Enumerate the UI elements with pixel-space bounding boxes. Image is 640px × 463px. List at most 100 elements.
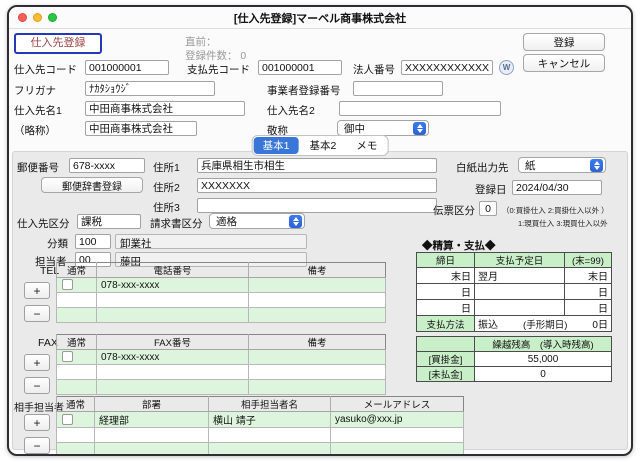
supplier-name2-input[interactable] xyxy=(339,101,501,116)
tab-memo[interactable]: メモ xyxy=(347,137,386,154)
title-bar: [仕入先登録]マーベル商事株式会社 xyxy=(9,7,631,29)
registration-date-input[interactable] xyxy=(512,180,602,195)
payment-method-cell[interactable]: 振込 (手形期日) 0日 xyxy=(475,316,612,332)
tel-number-cell[interactable]: 078-xxx-xxxx xyxy=(97,278,249,293)
tel-row[interactable] xyxy=(57,308,386,323)
contact-row[interactable]: 経理部 横山 靖子 yasuko@xxx.jp xyxy=(57,412,464,428)
contact-name-cell[interactable] xyxy=(209,428,331,443)
contacts-col-dept: 部署 xyxy=(95,397,209,412)
tel-note-cell[interactable] xyxy=(249,308,386,323)
supplier-name1-input[interactable] xyxy=(85,101,245,116)
payday-cell[interactable]: 翌月 xyxy=(475,268,565,284)
fax-note-cell[interactable] xyxy=(249,365,386,380)
settlement-col-eom: (末=99) xyxy=(565,253,612,268)
fax-col-normal: 通常 xyxy=(57,335,97,350)
payment-method-row[interactable]: 支払方法 振込 (手形期日) 0日 xyxy=(417,316,612,332)
closing-day-cell[interactable]: 日 xyxy=(417,284,475,300)
contact-row[interactable] xyxy=(57,443,464,457)
blank-output-select[interactable]: 紙 xyxy=(518,157,606,173)
contacts-remove-button[interactable]: − xyxy=(24,437,50,454)
honorific-value: 御中 xyxy=(344,121,365,136)
blank-output-label: 白紙出力先 xyxy=(456,160,509,175)
register-button[interactable]: 登録 xyxy=(523,33,605,51)
supplier-class-input[interactable] xyxy=(77,214,141,229)
tel-note-cell[interactable] xyxy=(249,278,386,293)
tel-add-button[interactable]: + xyxy=(24,282,50,299)
corporate-number-input[interactable] xyxy=(401,60,493,75)
fax-number-cell[interactable] xyxy=(97,380,249,395)
tel-table: 通常 電話番号 備考 078-xxx-xxxx xyxy=(56,262,386,323)
contact-dept-cell[interactable]: 経理部 xyxy=(95,412,209,428)
tab-basic1[interactable]: 基本1 xyxy=(254,137,299,154)
eom-cell[interactable]: 日 xyxy=(565,300,612,316)
closing-day-cell[interactable]: 末日 xyxy=(417,268,475,284)
contact-name-cell[interactable]: 横山 靖子 xyxy=(209,412,331,428)
fax-number-cell[interactable]: 078-xxx-xxxx xyxy=(97,350,249,365)
fax-remove-button[interactable]: − xyxy=(24,377,50,394)
tel-remove-button[interactable]: − xyxy=(24,305,50,322)
close-icon[interactable] xyxy=(18,13,27,22)
address3-input[interactable] xyxy=(197,198,437,213)
payday-cell[interactable] xyxy=(475,284,565,300)
fax-row[interactable] xyxy=(57,365,386,380)
traffic-lights xyxy=(18,13,57,22)
category-code-input[interactable] xyxy=(75,234,111,249)
contact-email-cell[interactable]: yasuko@xxx.jp xyxy=(331,412,464,428)
fax-normal-checkbox[interactable] xyxy=(62,351,73,362)
closing-day-cell[interactable]: 日 xyxy=(417,300,475,316)
contact-dept-cell[interactable] xyxy=(95,428,209,443)
abbreviation-label: （略称） xyxy=(14,123,56,138)
contact-email-cell[interactable] xyxy=(331,428,464,443)
fax-row[interactable]: 078-xxx-xxxx xyxy=(57,350,386,365)
invoice-class-select[interactable]: 適格 xyxy=(209,213,305,229)
tel-note-cell[interactable] xyxy=(249,293,386,308)
cancel-button[interactable]: キャンセル xyxy=(523,54,605,72)
contact-name-cell[interactable] xyxy=(209,443,331,457)
balance-row[interactable]: [買掛金] 55,000 xyxy=(417,352,612,367)
contacts-add-button[interactable]: + xyxy=(24,414,50,431)
balance-row[interactable]: [未払金] 0 xyxy=(417,367,612,382)
settlement-row[interactable]: 末日 翌月 末日 xyxy=(417,268,612,284)
accrued-value[interactable]: 0 xyxy=(475,367,612,382)
fax-row[interactable] xyxy=(57,380,386,395)
eom-cell[interactable]: 日 xyxy=(565,284,612,300)
supplier-code-input[interactable] xyxy=(85,60,169,75)
fax-note-cell[interactable] xyxy=(249,380,386,395)
furigana-input[interactable] xyxy=(85,81,215,96)
settlement-row[interactable]: 日 日 xyxy=(417,284,612,300)
abbreviation-input[interactable] xyxy=(85,121,197,136)
zoom-icon[interactable] xyxy=(48,13,57,22)
contacts-col-name: 相手担当者名 xyxy=(209,397,331,412)
eom-cell[interactable]: 末日 xyxy=(565,268,612,284)
contact-row[interactable] xyxy=(57,428,464,443)
settlement-row[interactable]: 日 日 xyxy=(417,300,612,316)
tel-number-cell[interactable] xyxy=(97,293,249,308)
payee-code-input[interactable] xyxy=(258,60,342,75)
settlement-title: ◆精算・支払◆ xyxy=(422,238,496,253)
minimize-icon[interactable] xyxy=(33,13,42,22)
contact-email-cell[interactable] xyxy=(331,443,464,457)
tel-number-cell[interactable] xyxy=(97,308,249,323)
biz-reg-number-input[interactable] xyxy=(353,81,443,96)
popup-stepper-icon xyxy=(289,215,302,228)
address1-input[interactable] xyxy=(197,158,437,173)
payables-value[interactable]: 55,000 xyxy=(475,352,612,367)
tel-row[interactable]: 078-xxx-xxxx xyxy=(57,278,386,293)
tab-basic2[interactable]: 基本2 xyxy=(301,137,346,154)
postal-dictionary-button[interactable]: 郵便辞書登録 xyxy=(41,177,143,193)
slip-class-input[interactable] xyxy=(479,201,497,216)
tel-normal-checkbox[interactable] xyxy=(62,279,73,290)
tel-row[interactable] xyxy=(57,293,386,308)
mode-button[interactable]: 仕入先登録 xyxy=(14,33,102,54)
contact-normal-checkbox[interactable] xyxy=(62,414,73,425)
honorific-select[interactable]: 御中 xyxy=(337,120,429,136)
web-lookup-icon[interactable]: W xyxy=(499,60,514,75)
fax-number-cell[interactable] xyxy=(97,365,249,380)
invoice-class-label: 請求書区分 xyxy=(150,216,203,231)
address2-input[interactable] xyxy=(197,178,437,193)
fax-note-cell[interactable] xyxy=(249,350,386,365)
postal-code-input[interactable] xyxy=(69,158,145,173)
fax-add-button[interactable]: + xyxy=(24,354,50,371)
payday-cell[interactable] xyxy=(475,300,565,316)
contact-dept-cell[interactable] xyxy=(95,443,209,457)
